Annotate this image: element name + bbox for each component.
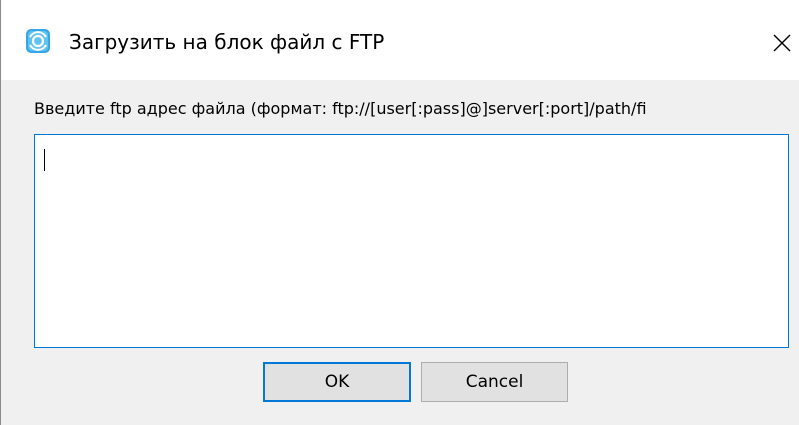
dialog-title: Загрузить на блок файл с FTP: [69, 30, 385, 54]
ftp-url-input[interactable]: [34, 134, 789, 348]
close-button[interactable]: [761, 22, 799, 62]
title-bar[interactable]: Загрузить на блок файл с FTP: [1, 0, 799, 80]
close-icon: [773, 34, 791, 52]
ok-button[interactable]: OK: [263, 362, 411, 402]
text-caret: [44, 149, 45, 171]
cancel-button[interactable]: Cancel: [421, 362, 568, 402]
ftp-upload-dialog: Загрузить на блок файл с FTP Введите ftp…: [0, 0, 799, 425]
ftp-address-prompt: Введите ftp адрес файла (формат: ftp://[…: [34, 99, 647, 118]
network-drive-icon: [25, 28, 51, 54]
